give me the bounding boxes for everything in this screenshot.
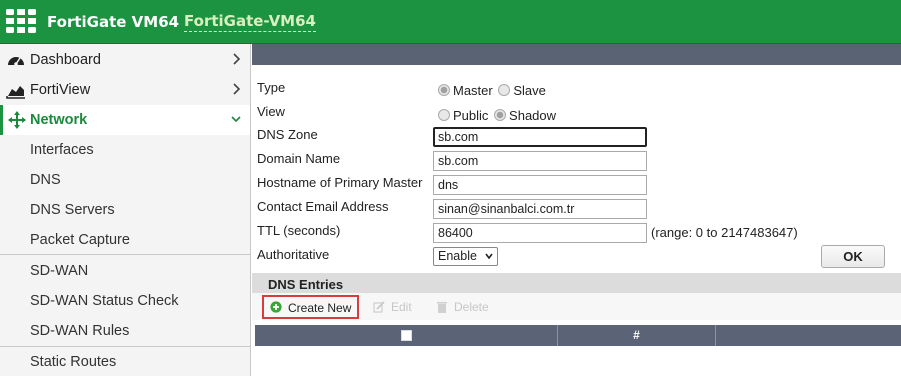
- sidebar-item-dns[interactable]: DNS: [0, 165, 250, 195]
- edit-label: Edit: [391, 300, 412, 314]
- column-header-details[interactable]: [716, 325, 901, 346]
- sidebar-item-sd-wan[interactable]: SD-WAN: [0, 256, 250, 286]
- sidebar-item-label: Network: [30, 112, 88, 128]
- sidebar-item-dns-servers[interactable]: DNS Servers: [0, 195, 250, 225]
- authoritative-selected-value: Enable: [438, 249, 477, 263]
- sidebar-divider: [0, 254, 250, 255]
- sidebar-item-label: SD-WAN Status Check: [30, 293, 179, 309]
- primary-master-hostname-input[interactable]: dns: [433, 175, 647, 195]
- dns-zone-input[interactable]: sb.com: [433, 127, 647, 147]
- sidebar-nav: Dashboard FortiView Network Interfaces D…: [0, 44, 251, 376]
- column-header-number[interactable]: #: [558, 325, 716, 346]
- chevron-down-icon: [485, 253, 493, 259]
- sidebar-item-label: Interfaces: [30, 142, 94, 158]
- chart-icon: [6, 86, 25, 99]
- dns-entries-section-title: DNS Entries: [252, 273, 901, 293]
- view-label: View: [257, 104, 285, 119]
- sidebar-item-sd-wan-rules[interactable]: SD-WAN Rules: [0, 316, 250, 346]
- dns-entries-toolbar: Create New Edit Delete: [252, 293, 901, 320]
- chevron-right-icon: [233, 83, 241, 95]
- type-radio-group: Master Slave: [438, 83, 548, 98]
- sidebar-item-packet-capture[interactable]: Packet Capture: [0, 225, 250, 255]
- sidebar-item-label: SD-WAN: [30, 263, 89, 279]
- sidebar-item-interfaces[interactable]: Interfaces: [0, 135, 250, 165]
- domain-name-input[interactable]: sb.com: [433, 151, 647, 171]
- sidebar-item-network[interactable]: Network: [0, 105, 250, 135]
- type-master-radio[interactable]: [438, 84, 450, 96]
- sidebar-item-fortiview[interactable]: FortiView: [0, 75, 250, 105]
- contact-email-input[interactable]: sinan@sinanbalci.com.tr: [433, 199, 647, 219]
- device-hostname-link[interactable]: FortiGate-VM64: [184, 12, 316, 32]
- view-public-radio[interactable]: [438, 109, 450, 121]
- page-title-bar: [252, 44, 901, 65]
- edit-button[interactable]: Edit: [373, 300, 412, 314]
- domain-name-label: Domain Name: [257, 151, 341, 166]
- sidebar-item-static-routes[interactable]: Static Routes: [0, 347, 250, 376]
- dashboard-icon: [8, 57, 24, 66]
- move-arrows-icon: [8, 111, 26, 129]
- sidebar-item-sd-wan-status-check[interactable]: SD-WAN Status Check: [0, 286, 250, 316]
- view-shadow-label: Shadow: [509, 108, 557, 123]
- ttl-label: TTL (seconds): [257, 223, 341, 238]
- type-master-label: Master: [453, 83, 493, 98]
- sidebar-item-label: DNS Servers: [30, 202, 115, 218]
- view-public-label: Public: [453, 108, 489, 123]
- select-all-column: [255, 325, 558, 346]
- primary-master-hostname-label: Hostname of Primary Master: [257, 175, 423, 190]
- main-content: Type Master Slave View Public Shadow DNS…: [252, 44, 901, 376]
- authoritative-select[interactable]: Enable: [433, 247, 498, 266]
- sidebar-item-label: Packet Capture: [30, 232, 130, 248]
- sidebar-item-label: FortiView: [30, 82, 91, 98]
- edit-icon: [373, 301, 385, 313]
- dns-zone-label: DNS Zone: [257, 127, 318, 142]
- top-header-bar: FortiGate VM64 FortiGate-VM64: [0, 0, 901, 44]
- view-radio-group: Public Shadow: [438, 108, 558, 123]
- contact-email-label: Contact Email Address: [257, 199, 389, 214]
- create-new-label: Create New: [288, 301, 352, 315]
- ttl-range-hint: (range: 0 to 2147483647): [651, 225, 798, 240]
- chevron-down-icon: [231, 116, 241, 123]
- fortinet-logo-icon[interactable]: [6, 9, 36, 33]
- sidebar-item-label: Dashboard: [30, 52, 101, 68]
- sidebar-item-label: SD-WAN Rules: [30, 323, 130, 339]
- ttl-input[interactable]: 86400: [433, 223, 647, 243]
- chevron-right-icon: [233, 53, 241, 65]
- delete-label: Delete: [454, 300, 489, 314]
- type-slave-radio[interactable]: [498, 84, 511, 96]
- dns-entries-table-header: #: [255, 325, 901, 346]
- sidebar-item-label: Static Routes: [30, 354, 117, 370]
- delete-button[interactable]: Delete: [436, 300, 489, 314]
- product-title: FortiGate VM64: [47, 13, 180, 31]
- sidebar-item-label: DNS: [30, 172, 61, 188]
- type-label: Type: [257, 80, 286, 95]
- plus-circle-icon: [270, 301, 282, 313]
- authoritative-label: Authoritative: [257, 247, 330, 262]
- trash-icon: [437, 302, 447, 313]
- sidebar-item-dashboard[interactable]: Dashboard: [0, 45, 250, 75]
- select-all-checkbox[interactable]: [401, 330, 412, 341]
- view-shadow-radio[interactable]: [494, 109, 507, 121]
- ok-button[interactable]: OK: [821, 245, 885, 268]
- create-new-button[interactable]: Create New: [262, 295, 359, 319]
- type-slave-label: Slave: [513, 83, 546, 98]
